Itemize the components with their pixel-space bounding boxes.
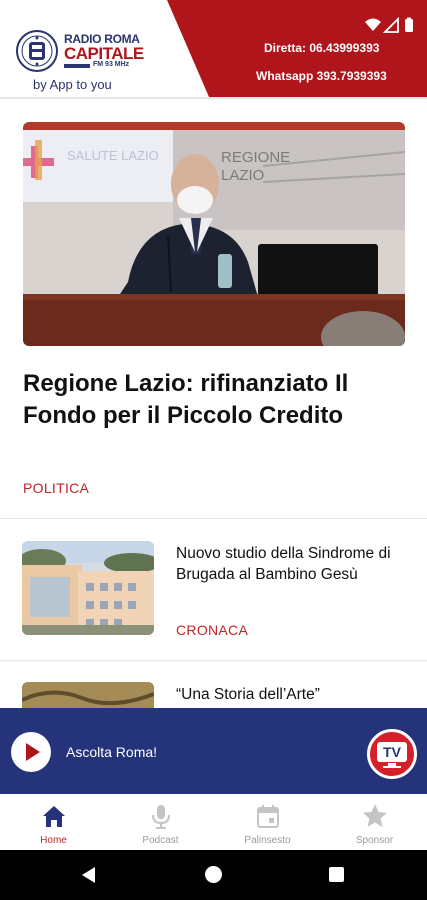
logo-text-frequency: FM 93 MHz <box>93 61 130 68</box>
hero-article-image[interactable]: SALUTE LAZIO REGIONE LAZIO <box>23 122 405 346</box>
hero-article-title[interactable]: Regione Lazio: rifinanziato Il Fondo per… <box>23 368 403 432</box>
tv-icon: TV <box>377 742 407 768</box>
wifi-icon <box>365 18 381 31</box>
tv-label: TV <box>383 744 402 760</box>
nav-label-podcast: Podcast <box>142 835 179 846</box>
hero-article-category[interactable]: POLITICA <box>23 480 89 496</box>
player-label: Ascolta Roma! <box>66 744 158 760</box>
divider <box>0 660 427 661</box>
system-navigation-bar <box>0 850 427 900</box>
divider <box>0 518 427 519</box>
station-logo[interactable]: RADIO ROMA CAPITALE FM 93 MHz <box>16 30 148 72</box>
article-thumbnail[interactable] <box>22 541 154 635</box>
hero-photo: SALUTE LAZIO REGIONE LAZIO <box>23 122 405 346</box>
app-header: RADIO ROMA CAPITALE FM 93 MHz by App to … <box>0 0 427 100</box>
nav-label-sponsor: Sponsor <box>355 835 394 846</box>
tagline: by App to you <box>33 77 112 92</box>
nav-label-palinsesto: Palinsesto <box>244 835 291 846</box>
article-title[interactable]: “Una Storia dell’Arte” <box>176 684 406 705</box>
battery-icon <box>405 19 413 32</box>
article-category[interactable]: CRONACA <box>176 622 248 638</box>
recents-icon[interactable] <box>329 867 344 882</box>
nav-item-podcast[interactable]: Podcast <box>107 794 214 850</box>
back-icon[interactable] <box>82 867 95 883</box>
hero-sign-salute: SALUTE LAZIO <box>67 148 159 163</box>
whatsapp-contact-link[interactable]: Whatsapp 393.7939393 <box>256 69 387 83</box>
bottom-navigation: Home Podcast Palinsesto Sponsor <box>0 794 427 850</box>
radio-player-bar: Ascolta Roma! TV <box>0 708 427 794</box>
tv-button[interactable]: TV <box>367 729 417 779</box>
hero-sign-lazio: LAZIO <box>221 167 264 184</box>
logo-seal-icon <box>16 30 58 72</box>
home-icon <box>43 806 65 827</box>
microphone-icon <box>152 805 170 829</box>
article-photo-hospital <box>22 541 154 635</box>
play-button[interactable] <box>11 732 51 772</box>
signal-icon <box>382 17 399 33</box>
calendar-icon <box>257 805 279 828</box>
phone-contact-link[interactable]: Diretta: 06.43999393 <box>264 41 379 55</box>
article-photo-art <box>22 682 154 708</box>
play-icon <box>26 743 40 761</box>
status-bar-icons <box>365 17 413 33</box>
nav-item-palinsesto[interactable]: Palinsesto <box>214 794 321 850</box>
app-screen: RADIO ROMA CAPITALE FM 93 MHz by App to … <box>0 0 427 900</box>
logo-bar <box>64 64 90 68</box>
star-icon <box>363 804 387 827</box>
nav-label-home: Home <box>40 835 67 846</box>
nav-item-sponsor[interactable]: Sponsor <box>321 794 427 850</box>
article-thumbnail[interactable] <box>22 682 154 708</box>
home-circle-icon[interactable] <box>205 866 222 883</box>
news-feed[interactable]: SALUTE LAZIO REGIONE LAZIO Regione Lazio… <box>0 100 427 708</box>
nav-item-home[interactable]: Home <box>0 794 107 850</box>
article-title[interactable]: Nuovo studio della Sindrome di Brugada a… <box>176 543 406 585</box>
